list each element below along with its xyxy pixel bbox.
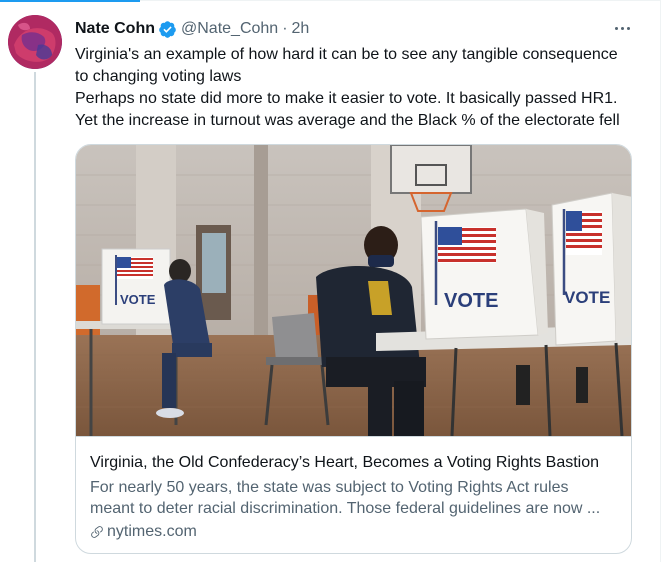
link-icon <box>91 526 103 538</box>
tweet-text-line: Yet the increase in turnout was average … <box>75 112 620 129</box>
card-description-line: For nearly 50 years, the state was subje… <box>90 479 569 496</box>
card-divider <box>76 436 631 437</box>
card-domain: nytimes.com <box>90 523 197 541</box>
tweet-text-line: to changing voting laws <box>75 68 242 85</box>
booth-vote-label: VOTE <box>564 288 610 307</box>
author-handle[interactable]: @Nate_Cohn <box>181 20 278 38</box>
verified-badge-icon <box>158 20 177 39</box>
thread-connector-line <box>34 72 36 562</box>
tweet-text-line: Perhaps no state did more to make it eas… <box>75 90 618 107</box>
author-name[interactable]: Nate Cohn <box>75 20 155 38</box>
separator-dot: · <box>282 20 288 37</box>
timestamp[interactable]: 2h <box>292 20 310 38</box>
top-divider <box>140 0 661 1</box>
tweet-header: Nate Cohn @Nate_Cohn · 2h <box>75 18 309 40</box>
top-accent-bar <box>0 0 661 2</box>
booth-vote-label: VOTE <box>120 292 156 307</box>
card-description-line: meant to deter racial discrimination. Th… <box>90 500 601 517</box>
tweet-text-line: Virginia's an example of how hard it can… <box>75 46 618 63</box>
booth-vote-label: VOTE <box>444 290 498 312</box>
more-options-icon[interactable] <box>610 18 634 38</box>
card-image[interactable]: VOTE VOTE VOTE <box>76 145 631 436</box>
tweet-text: Virginia's an example of how hard it can… <box>75 44 645 132</box>
card-description: For nearly 50 years, the state was subje… <box>90 477 620 519</box>
card-domain-text: nytimes.com <box>107 523 197 540</box>
progress-indicator <box>0 0 140 2</box>
link-preview-card[interactable]: VOTE VOTE VOTE Virginia, the Old Confede… <box>75 144 632 554</box>
card-title: Virginia, the Old Confederacy’s Heart, B… <box>90 454 600 471</box>
avatar[interactable] <box>8 15 62 69</box>
